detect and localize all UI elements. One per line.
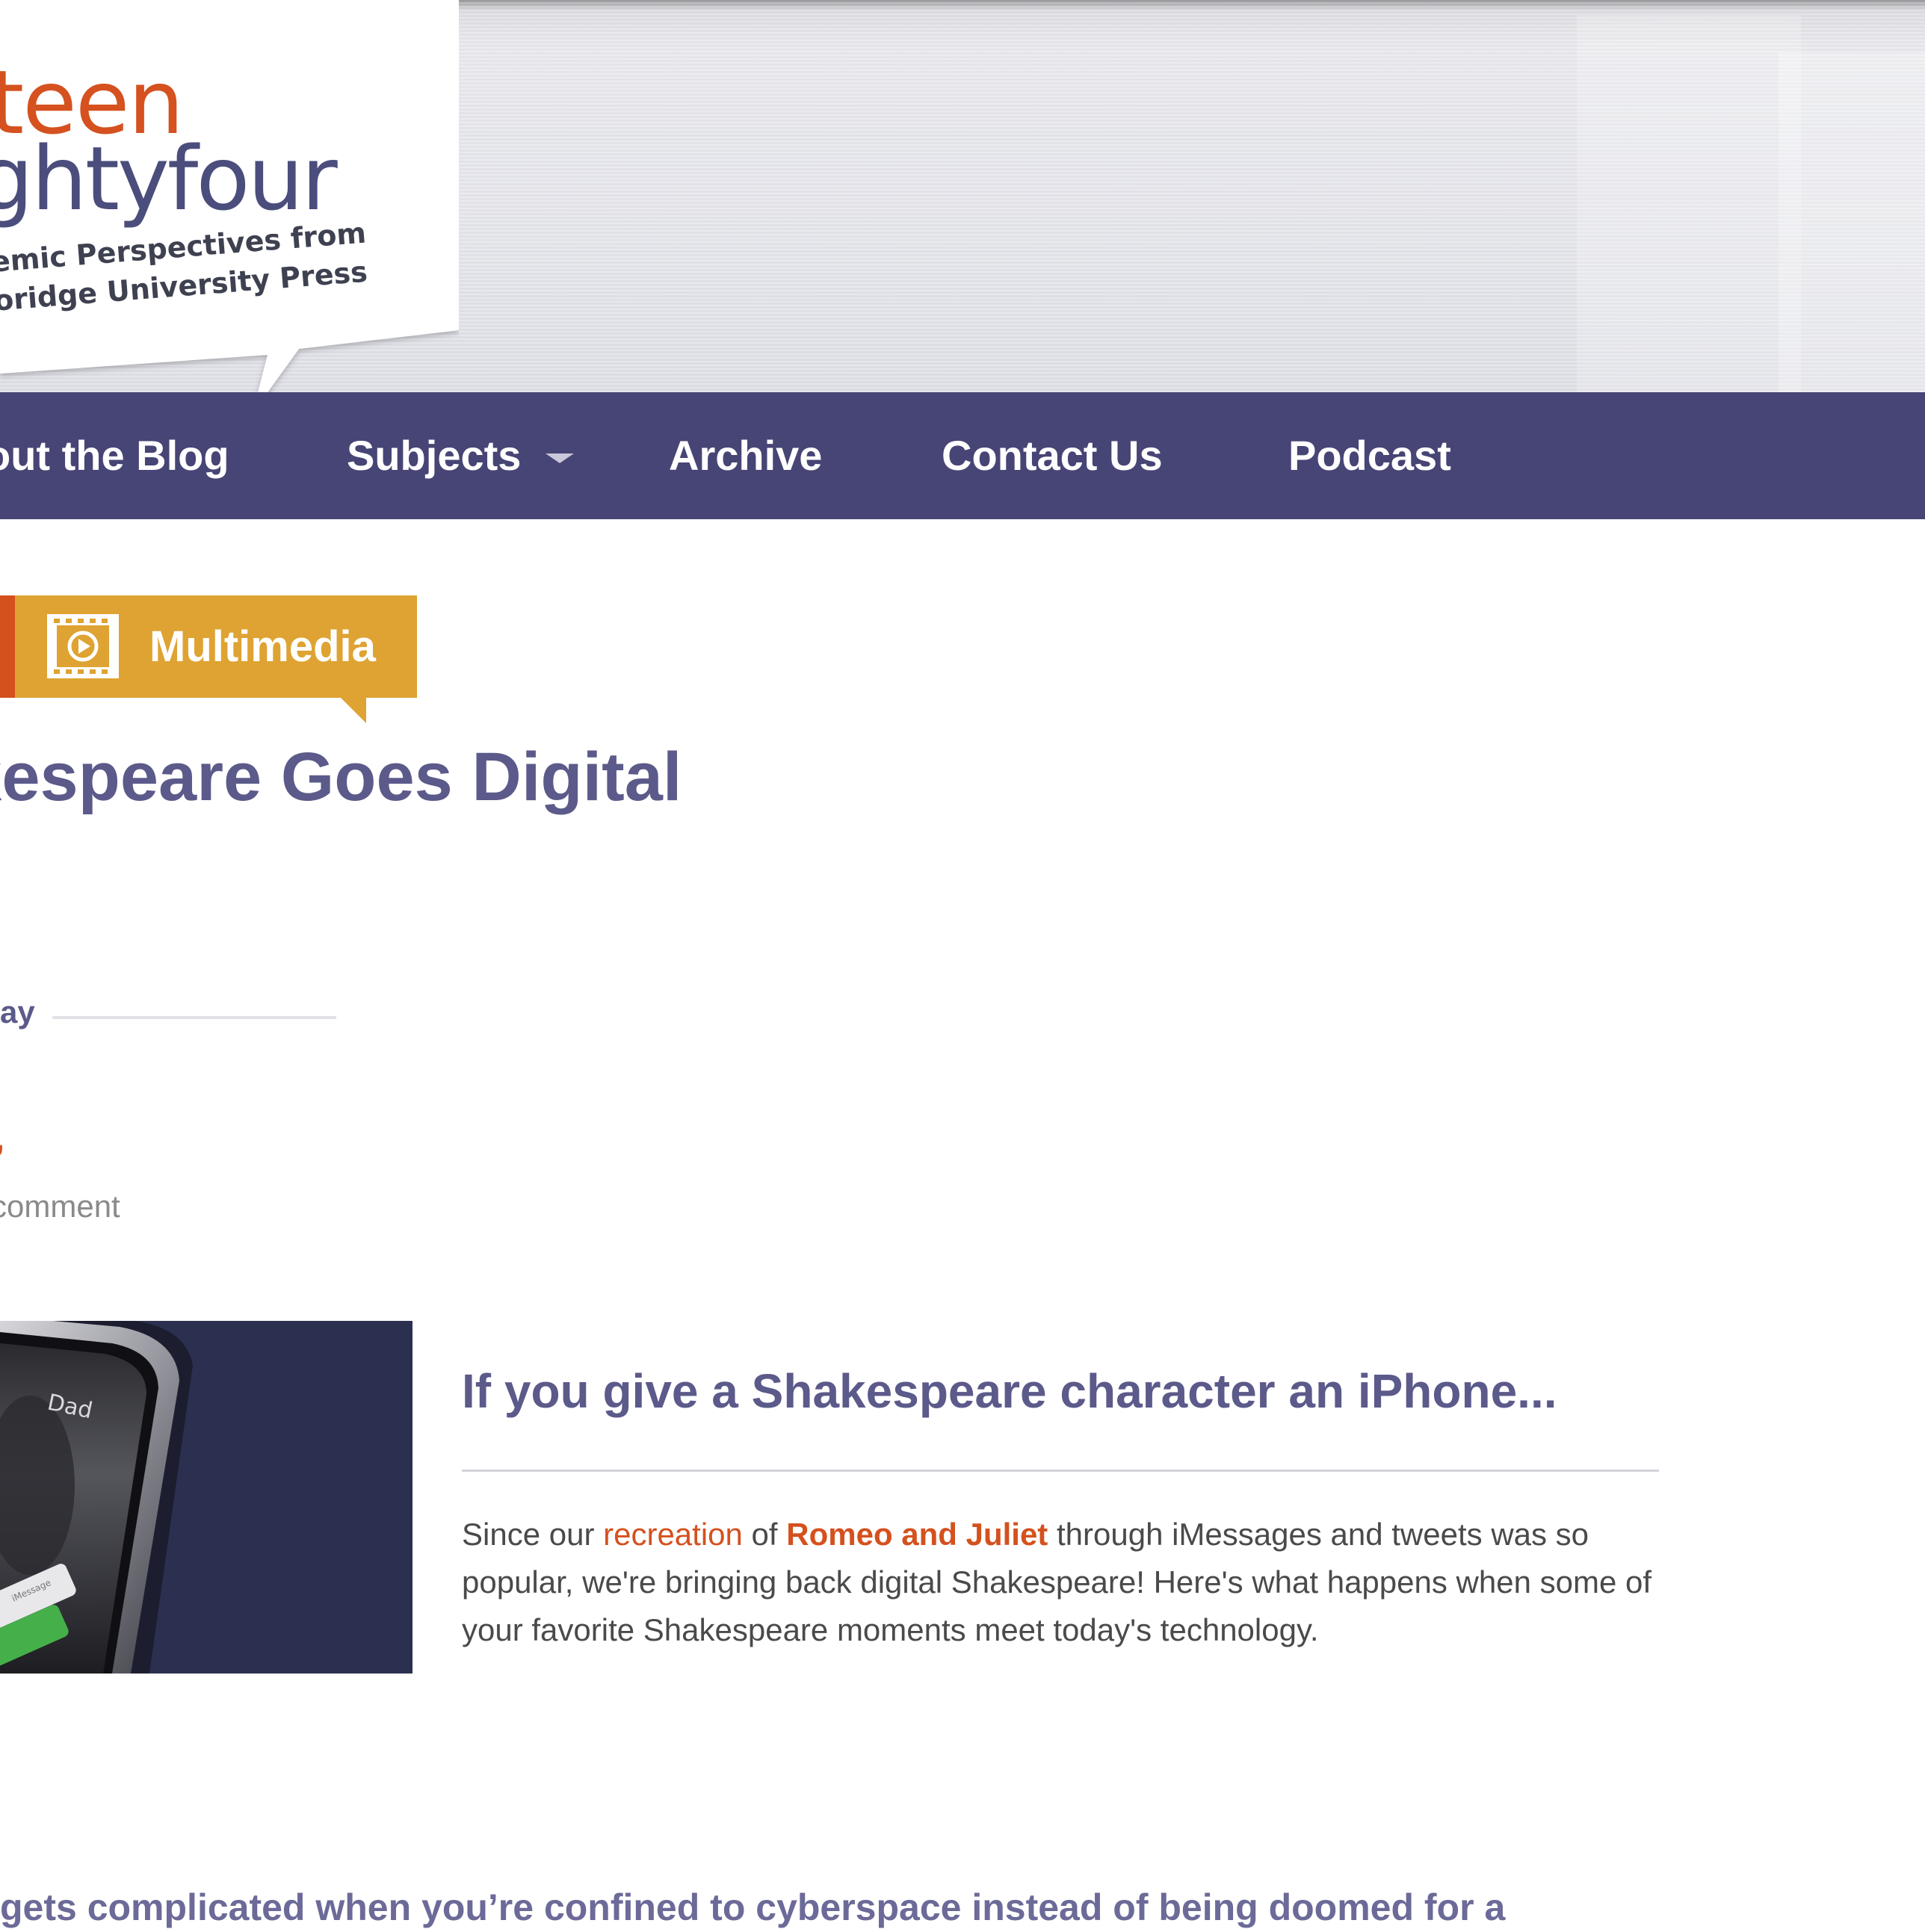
logo-text-line2: ghtyfour — [0, 127, 338, 230]
post-date: , — [0, 1121, 4, 1158]
site-logo[interactable]: teen ghtyfour emic Perspectives from ori… — [0, 0, 459, 418]
excerpt-text: of — [742, 1517, 787, 1552]
header-decoration — [1779, 52, 1925, 392]
category-tag-tail — [341, 698, 366, 723]
nav-item-contact[interactable]: Contact Us — [942, 392, 1163, 519]
recreation-link[interactable]: recreation — [603, 1517, 743, 1552]
excerpt-text: Since our — [462, 1517, 604, 1552]
category-tag-accent — [0, 595, 15, 698]
feature-image: Dad iMessage — [0, 1321, 412, 1674]
author-divider — [52, 1016, 336, 1019]
nav-item-about[interactable]: out the Blog — [0, 392, 229, 519]
post-author[interactable]: ay — [0, 994, 35, 1031]
film-play-icon — [47, 614, 119, 678]
nav-item-podcast[interactable]: Podcast — [1288, 392, 1451, 519]
nav-item-archive[interactable]: Archive — [669, 392, 822, 519]
feature-excerpt: Since our recreation of Romeo and Juliet… — [462, 1511, 1672, 1654]
category-tag[interactable]: Multimedia — [15, 595, 417, 698]
header-decoration — [1577, 15, 1801, 392]
iphone-illustration: Dad iMessage — [0, 1321, 193, 1674]
feature-heading[interactable]: If you give a Shakespeare character an i… — [462, 1361, 1557, 1421]
post-title: akespeare Goes Digital — [0, 739, 682, 815]
nav-item-subjects[interactable]: Subjects — [347, 392, 521, 519]
feature-divider — [462, 1470, 1659, 1472]
main-nav: out the Blog Subjects Archive Contact Us… — [0, 392, 1925, 519]
category-label: Multimedia — [149, 622, 376, 671]
chevron-down-icon[interactable] — [546, 453, 574, 463]
body-text-line: gets complicated when you’re confined to… — [0, 1886, 1506, 1928]
romeo-and-juliet-link[interactable]: Romeo and Juliet — [786, 1517, 1048, 1552]
comment-link[interactable]: comment — [0, 1188, 120, 1225]
